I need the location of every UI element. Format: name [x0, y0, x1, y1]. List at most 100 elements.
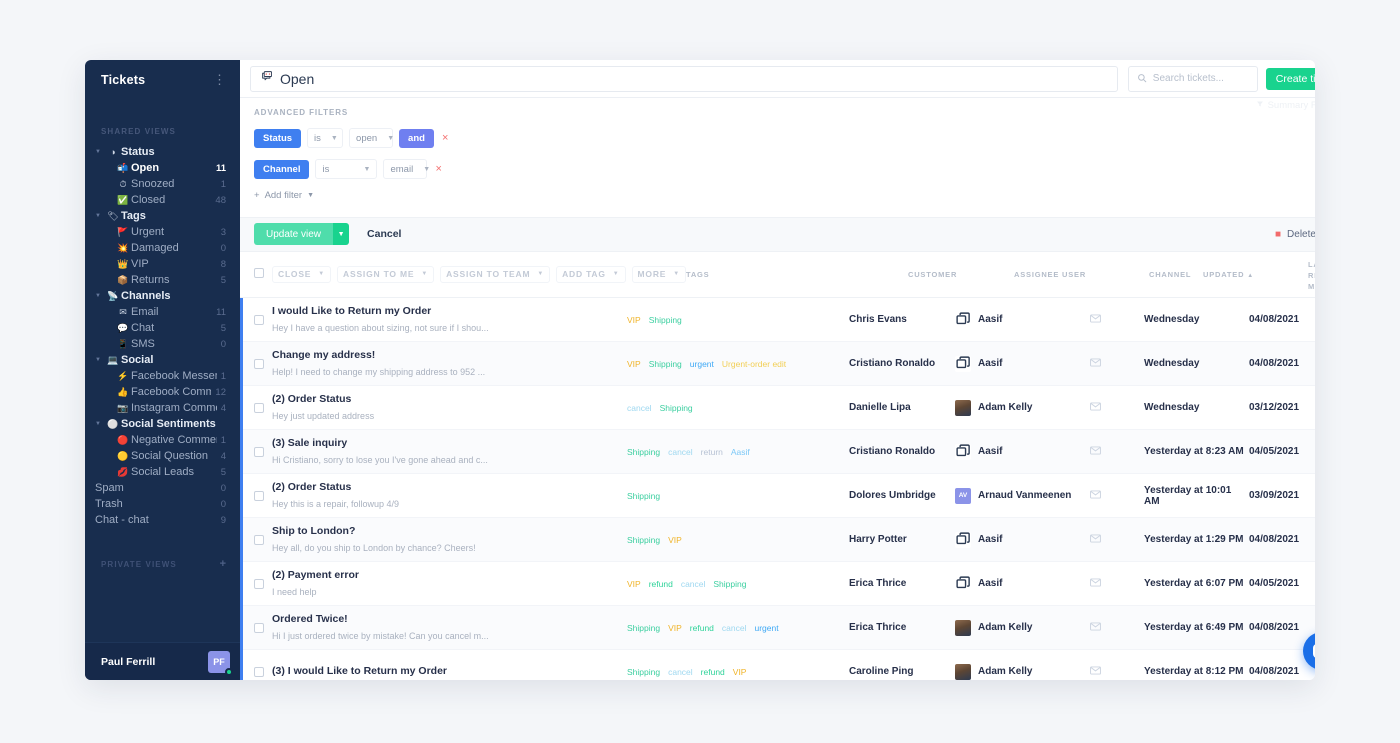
ticket-tag[interactable]: VIP — [668, 535, 682, 545]
sidebar-item-social-sentiments[interactable]: ▼ ⚪ Social Sentiments — [85, 416, 240, 432]
sidebar-user[interactable]: Paul Ferrill PF — [85, 642, 240, 680]
sidebar-item-email[interactable]: ✉ Email 11 — [85, 304, 240, 320]
filter-operator-select[interactable]: is ▼ — [315, 159, 378, 179]
bulk-more-button[interactable]: More ▼ — [631, 265, 686, 283]
bulk-add-tag-button[interactable]: Add tag ▼ — [556, 265, 626, 283]
ticket-tag[interactable]: Shipping — [627, 667, 660, 677]
row-checkbox[interactable] — [254, 534, 264, 545]
ticket-tag[interactable]: cancel — [627, 403, 652, 413]
table-row[interactable]: (2) Order Status Hey just updated address… — [240, 386, 1315, 431]
sidebar-item-social[interactable]: ▼ 💻 Social — [85, 352, 240, 368]
ticket-tag[interactable]: cancel — [722, 623, 747, 633]
select-all-checkbox[interactable] — [254, 267, 264, 278]
row-checkbox[interactable] — [254, 666, 264, 677]
sidebar-item-status[interactable]: ▼ ◑ Status — [85, 144, 240, 160]
sidebar-item-channels[interactable]: ▼ 📡 Channels — [85, 288, 240, 304]
filter-field-chip[interactable]: Status — [254, 128, 302, 148]
summary-filters-button[interactable]: Summary Filters — [1256, 100, 1315, 111]
ticket-tag[interactable]: refund — [690, 623, 714, 633]
filter-operator-select[interactable]: is ▼ — [307, 128, 344, 148]
delete-view-button[interactable]: ■ Delete view — [1275, 229, 1315, 240]
search-box[interactable] — [1127, 65, 1258, 92]
bulk-assign-team-button[interactable]: Assign to team ▼ — [440, 265, 551, 283]
row-checkbox[interactable] — [254, 402, 264, 413]
chevron-down-icon[interactable]: ▼ — [95, 357, 105, 363]
ticket-tag[interactable]: Shipping — [627, 447, 660, 457]
sidebar-item-spam[interactable]: Spam 0 — [85, 480, 240, 496]
row-checkbox[interactable] — [254, 358, 264, 369]
update-view-button[interactable]: Update view — [254, 223, 334, 246]
search-input[interactable] — [1152, 73, 1249, 84]
bulk-close-button[interactable]: Close ▼ — [272, 265, 332, 283]
ticket-tag[interactable]: VIP — [627, 315, 641, 325]
filter-value-select[interactable]: email ▼ — [383, 159, 430, 179]
ticket-subject-cell[interactable]: (2) Order Status Hey this is a repair, fo… — [272, 481, 627, 510]
ticket-subject-cell[interactable]: I would Like to Return my Order Hey I hav… — [272, 305, 627, 334]
ticket-tag[interactable]: VIP — [668, 623, 682, 633]
ticket-tag[interactable]: Shipping — [660, 403, 693, 413]
ticket-tag[interactable]: Shipping — [627, 623, 660, 633]
ticket-tag[interactable]: VIP — [733, 667, 747, 677]
ticket-subject-cell[interactable]: Ordered Twice! Hi I just ordered twice by… — [272, 613, 627, 642]
chevron-down-icon[interactable]: ▼ — [95, 421, 105, 427]
ticket-list[interactable]: I would Like to Return my Order Hey I hav… — [240, 298, 1315, 680]
ticket-tag[interactable]: cancel — [681, 579, 706, 589]
row-checkbox[interactable] — [254, 578, 264, 589]
table-row[interactable]: Change my address! Help! I need to change… — [240, 342, 1315, 387]
sidebar-item-snoozed[interactable]: ⏱ Snoozed 1 — [85, 176, 240, 192]
sidebar-item-urgent[interactable]: 🚩 Urgent 3 — [85, 224, 240, 240]
sidebar-item-chat-chat[interactable]: Chat - chat 9 — [85, 512, 240, 528]
sidebar-item-social-question[interactable]: 🟡 Social Question 4 — [85, 448, 240, 464]
ticket-tag[interactable]: Shipping — [713, 579, 746, 589]
table-row[interactable]: (2) Order Status Hey this is a repair, fo… — [240, 474, 1315, 519]
table-row[interactable]: Ship to London? Hey all, do you ship to L… — [240, 518, 1315, 563]
row-checkbox[interactable] — [254, 314, 264, 325]
ticket-tag[interactable]: refund — [701, 667, 725, 677]
ticket-tag[interactable]: urgent — [754, 623, 778, 633]
sidebar-item-returns[interactable]: 📦 Returns 5 — [85, 272, 240, 288]
sidebar-item-chat[interactable]: 💬 Chat 5 — [85, 320, 240, 336]
ticket-tag[interactable]: Shipping — [649, 359, 682, 369]
sidebar-item-negative-comments[interactable]: 🔴Negative Comments1 — [85, 432, 240, 448]
ticket-tag[interactable]: urgent — [690, 359, 714, 369]
sidebar-item-facebook-comments[interactable]: 👍Facebook Comments12 — [85, 384, 240, 400]
view-name-box[interactable]: Open — [250, 65, 1118, 92]
sidebar-item-closed[interactable]: ✅ Closed 48 — [85, 192, 240, 208]
ticket-tag[interactable]: cancel — [668, 667, 693, 677]
ticket-tag[interactable]: VIP — [627, 579, 641, 589]
ticket-subject-cell[interactable]: (2) Payment error I need help — [272, 569, 627, 598]
add-private-view-icon[interactable]: + — [220, 558, 226, 570]
sidebar-item-damaged[interactable]: 💥 Damaged 0 — [85, 240, 240, 256]
row-checkbox[interactable] — [254, 622, 264, 633]
chevron-down-icon[interactable]: ▼ — [95, 293, 105, 299]
sidebar-item-social-leads[interactable]: 💋 Social Leads 5 — [85, 464, 240, 480]
table-row[interactable]: Ordered Twice! Hi I just ordered twice by… — [240, 606, 1315, 651]
ticket-tag[interactable]: Shipping — [649, 315, 682, 325]
remove-filter-icon[interactable]: × — [440, 132, 450, 144]
table-row[interactable]: (3) I would Like to Return my Order Shipp… — [240, 650, 1315, 680]
sidebar-item-instagram-comments[interactable]: 📷Instagram Comments4 — [85, 400, 240, 416]
sidebar-item-open[interactable]: 📬 Open 11 — [85, 160, 240, 176]
ticket-tag[interactable]: Aasif — [731, 447, 750, 457]
row-checkbox[interactable] — [254, 446, 264, 457]
filter-conjunction-chip[interactable]: and — [399, 128, 434, 148]
ticket-subject-cell[interactable]: Change my address! Help! I need to change… — [272, 349, 627, 378]
ticket-subject-cell[interactable]: (2) Order Status Hey just updated address — [272, 393, 627, 422]
table-row[interactable]: I would Like to Return my Order Hey I hav… — [240, 298, 1315, 343]
add-filter-button[interactable]: + Add filter ▼ — [254, 190, 314, 201]
sidebar-item-trash[interactable]: Trash 0 — [85, 496, 240, 512]
ticket-tag[interactable]: Shipping — [627, 535, 660, 545]
table-row[interactable]: (3) Sale inquiry Hi Cristiano, sorry to l… — [240, 430, 1315, 475]
ticket-tag[interactable]: VIP — [627, 359, 641, 369]
chevron-down-icon[interactable]: ▼ — [95, 213, 105, 219]
ticket-tag[interactable]: Shipping — [627, 491, 660, 501]
ticket-tag[interactable]: cancel — [668, 447, 693, 457]
ticket-tag[interactable]: refund — [649, 579, 673, 589]
remove-filter-icon[interactable]: × — [433, 163, 443, 175]
ticket-tag[interactable]: return — [701, 447, 723, 457]
bulk-assign-me-button[interactable]: Assign to me ▼ — [337, 265, 435, 283]
create-ticket-button[interactable]: Create ticket — [1265, 67, 1315, 90]
filter-field-chip[interactable]: Channel — [254, 159, 310, 179]
more-vertical-icon[interactable]: ⋮ — [213, 73, 226, 86]
update-view-dropdown-icon[interactable]: ▼ — [333, 223, 350, 246]
